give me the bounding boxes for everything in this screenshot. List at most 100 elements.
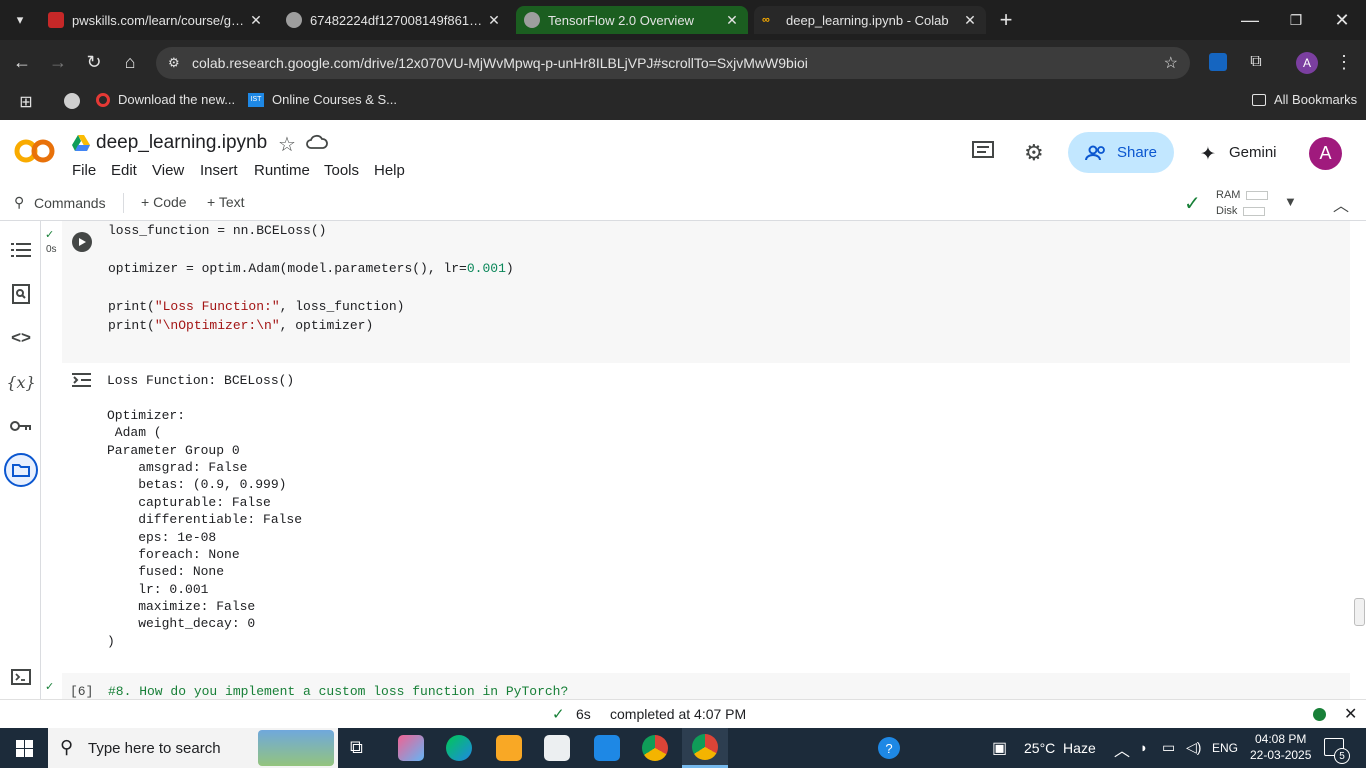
reload-icon[interactable]: ↻ bbox=[78, 46, 110, 78]
menu-insert[interactable]: Insert bbox=[200, 162, 238, 179]
menu-help[interactable]: Help bbox=[374, 162, 405, 179]
help-icon[interactable]: ? bbox=[878, 737, 900, 759]
bookmark-item[interactable]: Download the new... bbox=[96, 92, 235, 107]
code-text: , loss_function) bbox=[279, 299, 405, 314]
show-hidden-icons-icon[interactable]: ︿ bbox=[1114, 737, 1130, 761]
secrets-key-icon[interactable] bbox=[8, 413, 34, 439]
restore-icon[interactable]: ❐ bbox=[1280, 4, 1312, 36]
tab-title: pwskills.com/learn/course/gena bbox=[72, 12, 248, 28]
code-line: print("Loss Function:", loss_function) bbox=[108, 299, 404, 314]
resource-monitor[interactable]: RAM Disk bbox=[1216, 187, 1269, 219]
forward-icon[interactable]: → bbox=[42, 46, 74, 78]
task-view-icon[interactable]: ⧉ bbox=[350, 737, 363, 758]
browser-tab[interactable]: 67482224df127008149f8610.pd ✕ bbox=[278, 6, 510, 34]
connected-check-icon: ✓ bbox=[1184, 193, 1201, 215]
chrome-active-app[interactable] bbox=[682, 728, 728, 768]
code-snippets-icon[interactable]: <> bbox=[8, 325, 34, 351]
bookmark-star-icon[interactable]: ☆ bbox=[1164, 53, 1178, 73]
home-icon[interactable]: ⌂ bbox=[114, 46, 146, 78]
table-of-contents-icon[interactable] bbox=[8, 237, 34, 263]
close-tab-icon[interactable]: ✕ bbox=[962, 12, 978, 29]
code-text: print( bbox=[108, 318, 155, 333]
code-cell[interactable] bbox=[62, 221, 1350, 363]
file-explorer-icon[interactable] bbox=[496, 735, 522, 761]
mail-icon[interactable] bbox=[544, 735, 570, 761]
tab-title: deep_learning.ipynb - Colab bbox=[786, 12, 949, 28]
bookmarks-bar: ⊞ Download the new... IST Online Courses… bbox=[0, 84, 1366, 120]
output-line: Optimizer: bbox=[107, 408, 186, 423]
minimize-icon[interactable]: — bbox=[1234, 4, 1266, 36]
weather-text[interactable]: 25°C Haze bbox=[1024, 740, 1096, 756]
menu-file[interactable]: File bbox=[72, 162, 96, 179]
copilot-icon[interactable] bbox=[398, 735, 424, 761]
gemini-sparkle-icon[interactable]: ✦ bbox=[1200, 143, 1216, 166]
connection-status-dot bbox=[1313, 708, 1326, 721]
close-tab-icon[interactable]: ✕ bbox=[248, 12, 264, 29]
bookmark-item[interactable]: IST Online Courses & S... bbox=[248, 92, 397, 107]
vscode-icon[interactable] bbox=[594, 735, 620, 761]
close-window-icon[interactable]: ✕ bbox=[1326, 4, 1358, 36]
language-indicator[interactable]: ENG bbox=[1212, 741, 1238, 755]
close-tab-icon[interactable]: ✕ bbox=[724, 12, 740, 29]
scrollbar-thumb[interactable] bbox=[1354, 598, 1365, 626]
files-folder-icon[interactable] bbox=[4, 453, 38, 487]
variables-icon[interactable]: {x} bbox=[6, 369, 35, 395]
cell-success-check-icon: ✓ bbox=[45, 229, 55, 241]
settings-gear-icon[interactable]: ⚙ bbox=[1024, 140, 1044, 166]
site-info-icon[interactable]: ⚙ bbox=[168, 55, 180, 71]
browser-menu-icon[interactable]: ⋮ bbox=[1328, 46, 1360, 78]
windows-start-icon[interactable] bbox=[16, 740, 33, 757]
profile-avatar[interactable]: A bbox=[1296, 52, 1318, 74]
output-toggle-icon[interactable] bbox=[72, 372, 92, 388]
battery-icon[interactable]: ▭ bbox=[1162, 739, 1175, 756]
run-cell-play-icon[interactable] bbox=[72, 232, 92, 252]
find-replace-icon[interactable] bbox=[8, 281, 34, 307]
tab-search-chevron-icon[interactable]: ▾ bbox=[4, 4, 36, 36]
cloud-saved-icon[interactable] bbox=[306, 134, 328, 150]
comments-icon[interactable] bbox=[972, 141, 994, 161]
share-button[interactable]: Share bbox=[1068, 132, 1174, 173]
google-drive-icon[interactable] bbox=[72, 135, 90, 151]
close-tab-icon[interactable]: ✕ bbox=[486, 12, 502, 29]
new-tab-icon[interactable]: + bbox=[990, 4, 1022, 36]
add-text-button[interactable]: + Text bbox=[207, 194, 245, 210]
status-text: completed at 4:07 PM bbox=[610, 706, 747, 722]
chrome-icon[interactable] bbox=[642, 735, 668, 761]
account-avatar[interactable]: A bbox=[1309, 137, 1342, 170]
volume-icon[interactable]: ◁) bbox=[1186, 739, 1201, 756]
apps-grid-icon[interactable]: ⊞ bbox=[10, 86, 42, 118]
colab-logo-icon[interactable] bbox=[14, 136, 56, 166]
close-status-icon[interactable]: ✕ bbox=[1344, 704, 1357, 724]
network-icon[interactable]: ◗ bbox=[1140, 740, 1148, 755]
collapse-header-icon[interactable]: ︿ bbox=[1333, 192, 1349, 216]
next-cell-check-icon: ✓ bbox=[45, 681, 55, 693]
browser-tab[interactable]: pwskills.com/learn/course/gena ✕ bbox=[40, 6, 272, 34]
runtime-dropdown-icon[interactable]: ▼ bbox=[1284, 194, 1297, 209]
add-code-button[interactable]: + Code bbox=[141, 194, 187, 210]
edge-icon[interactable] bbox=[446, 735, 472, 761]
add-code-label: Code bbox=[153, 194, 187, 210]
extension-s-icon[interactable] bbox=[1202, 46, 1234, 78]
people-icon bbox=[1084, 145, 1105, 160]
clock[interactable]: 04:08 PM 22-03-2025 bbox=[1250, 731, 1311, 763]
code-line: optimizer = optim.Adam(model.parameters(… bbox=[108, 261, 514, 276]
menu-runtime[interactable]: Runtime bbox=[254, 162, 310, 179]
all-bookmarks[interactable]: All Bookmarks bbox=[1252, 92, 1357, 107]
gemini-button[interactable]: Gemini bbox=[1229, 144, 1277, 161]
browser-tab-active[interactable]: ∞ deep_learning.ipynb - Colab ✕ bbox=[754, 6, 986, 34]
code-text: loss_function = nn.BCELoss() bbox=[108, 223, 327, 238]
browser-tab[interactable]: TensorFlow 2.0 Overview ✕ bbox=[516, 6, 748, 34]
chrome-icon bbox=[692, 734, 718, 760]
address-bar[interactable]: ⚙ colab.research.google.com/drive/12x070… bbox=[156, 47, 1190, 79]
taskbar-search-box[interactable]: ⚲ Type here to search bbox=[48, 728, 338, 768]
terminal-icon[interactable] bbox=[8, 664, 34, 690]
commands-button[interactable]: Commands bbox=[34, 195, 106, 211]
menu-edit[interactable]: Edit bbox=[111, 162, 137, 179]
extensions-puzzle-icon[interactable]: ⧉ bbox=[1240, 46, 1272, 78]
menu-tools[interactable]: Tools bbox=[324, 162, 359, 179]
menu-view[interactable]: View bbox=[152, 162, 184, 179]
output-line: lr: 0.001 bbox=[107, 582, 209, 597]
notebook-title[interactable]: deep_learning.ipynb bbox=[96, 132, 267, 154]
star-icon[interactable]: ☆ bbox=[278, 132, 296, 157]
back-icon[interactable]: ← bbox=[6, 46, 38, 78]
